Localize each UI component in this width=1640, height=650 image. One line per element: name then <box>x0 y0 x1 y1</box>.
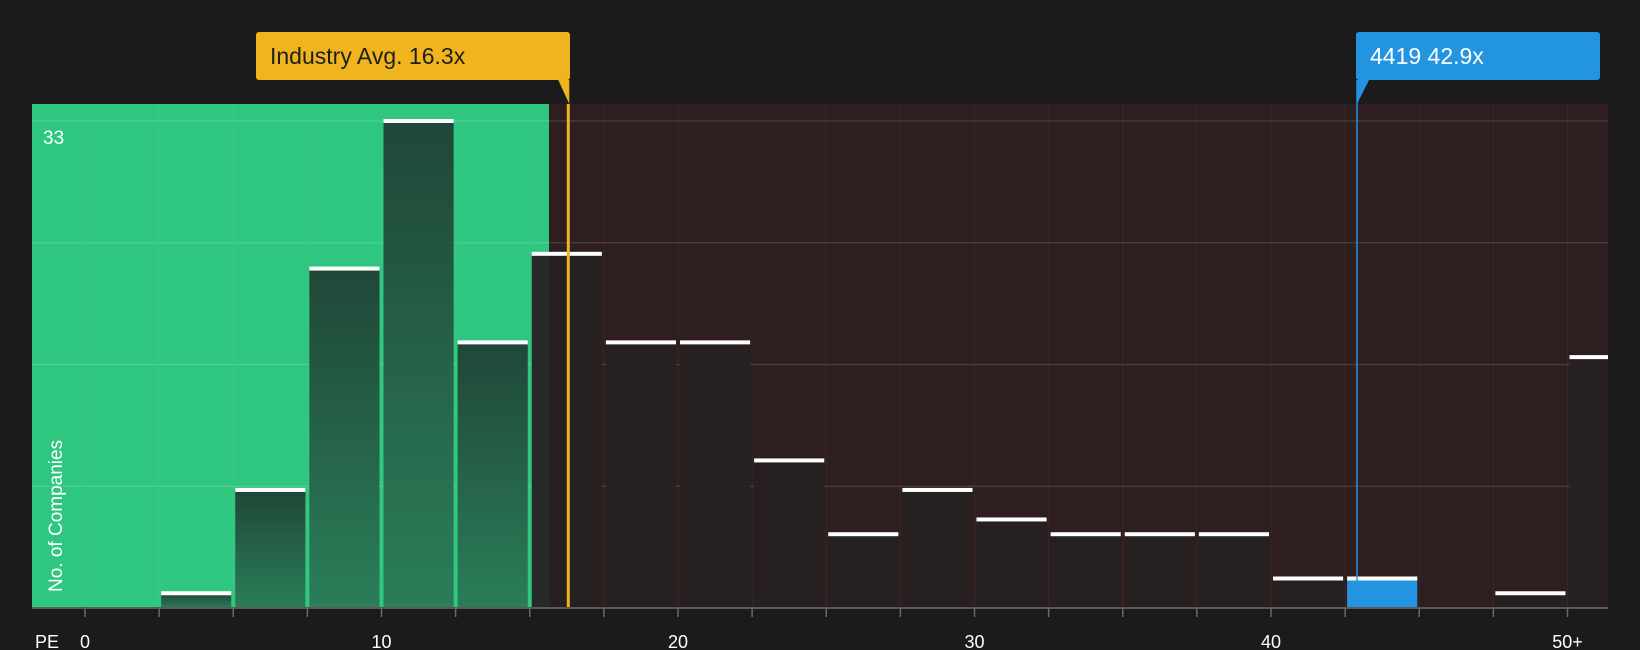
bar-cap <box>457 340 528 345</box>
bar-cap <box>1273 576 1344 581</box>
bar-cap <box>235 487 306 492</box>
company-callout-pointer <box>1356 80 1369 104</box>
bar-cap <box>976 517 1047 522</box>
histogram-bar <box>161 593 232 608</box>
company-pe-callout: 4419 42.9x <box>1355 32 1600 80</box>
histogram-bar <box>828 534 899 608</box>
x-tick-label: 20 <box>668 632 688 650</box>
bar-cap <box>680 340 751 345</box>
industry-callout-pointer <box>558 80 570 104</box>
histogram-bar <box>1569 357 1608 608</box>
bar-cap <box>828 532 899 537</box>
x-tick-label: 0 <box>80 632 90 650</box>
x-axis-label: PE <box>35 632 59 650</box>
x-tick-label: 40 <box>1261 632 1281 650</box>
histogram-bar <box>1124 534 1195 608</box>
bar-cap <box>902 487 973 492</box>
bar-cap <box>1569 355 1608 360</box>
histogram-bar <box>902 489 973 608</box>
y-axis-max-label: 33 <box>43 128 64 149</box>
histogram-bar <box>1198 534 1269 608</box>
histogram-bar <box>1050 534 1121 608</box>
bar-cap <box>1495 591 1566 596</box>
histogram-bar <box>457 342 528 608</box>
histogram-bar <box>1495 593 1566 608</box>
y-axis-label: No. of Companies <box>46 440 67 592</box>
pe-distribution-chart: 0 10 20 30 40 50+ 33 No. of Companies PE <box>32 80 1608 650</box>
bar-cap <box>1050 532 1121 537</box>
x-axis: 0 10 20 30 40 50+ <box>32 607 1608 650</box>
histogram-bar <box>754 460 825 608</box>
industry-average-callout: Industry Avg. 16.3x <box>256 32 571 80</box>
bar-cap <box>754 458 825 463</box>
bar-cap <box>383 119 454 123</box>
x-tick-label: 10 <box>371 632 391 650</box>
histogram-bar <box>680 342 751 608</box>
histogram-bar <box>383 121 454 608</box>
histogram-bar <box>1273 578 1344 608</box>
bar-cap <box>1124 532 1195 537</box>
bar-cap <box>605 340 676 345</box>
bar-cap <box>309 266 380 271</box>
x-tick-label: 50+ <box>1552 632 1583 650</box>
x-tick-label: 30 <box>964 632 984 650</box>
histogram-bar <box>605 342 676 608</box>
histogram-bar <box>976 519 1047 608</box>
bar-cap <box>161 591 232 596</box>
bar-cap <box>1198 532 1269 537</box>
histogram-bar <box>235 489 306 608</box>
histogram-bar <box>309 268 380 608</box>
